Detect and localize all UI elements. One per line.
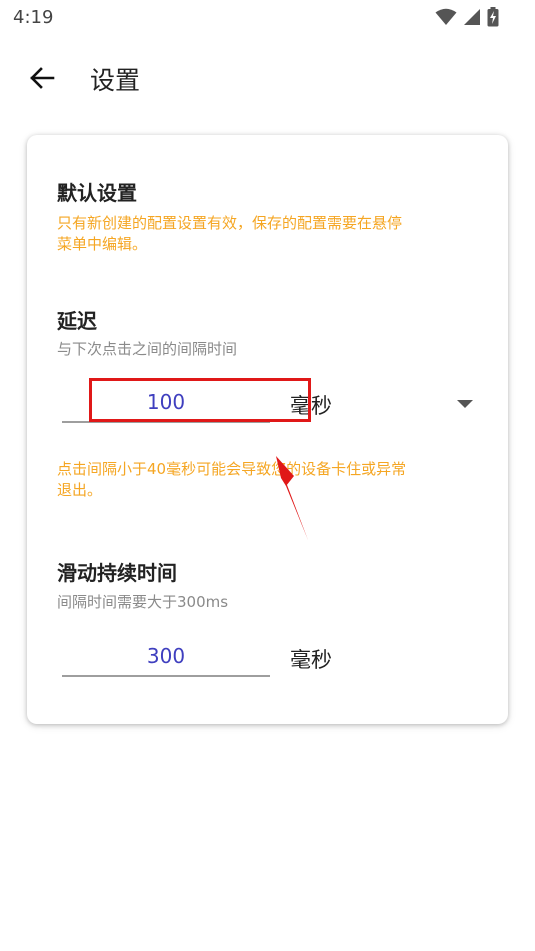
default-settings-notice-line2: 菜单中编辑。 (57, 235, 148, 253)
status-time: 4:19 (13, 7, 54, 28)
delay-subtitle: 与下次点击之间的间隔时间 (57, 340, 238, 358)
swipe-duration-title: 滑动持续时间 (57, 561, 177, 585)
swipe-duration-input-underline (62, 675, 270, 677)
delay-warning-line1: 点击间隔小于40毫秒可能会导致您的设备卡住或异常 (57, 460, 407, 478)
swipe-duration-input[interactable]: 300 (62, 637, 270, 677)
delay-unit-dropdown[interactable] (450, 389, 480, 419)
back-button[interactable] (22, 58, 62, 98)
default-settings-notice-line1: 只有新创建的配置设置有效，保存的配置需要在悬停 (57, 214, 403, 232)
annotation-highlight-box (89, 378, 311, 422)
default-settings-title: 默认设置 (57, 181, 137, 205)
wifi-icon (435, 8, 457, 25)
status-bar: 4:19 (0, 0, 535, 36)
settings-card: 默认设置 只有新创建的配置设置有效，保存的配置需要在悬停 菜单中编辑。 延迟 与… (27, 135, 508, 724)
battery-charging-icon (487, 7, 499, 27)
app-bar: 设置 (0, 48, 535, 108)
status-icons (435, 7, 499, 27)
swipe-duration-input-value: 300 (146, 644, 186, 668)
caret-down-icon (457, 400, 473, 408)
swipe-duration-subtitle: 间隔时间需要大于300ms (57, 593, 229, 611)
cellular-signal-icon (464, 9, 480, 25)
arrow-left-icon (30, 67, 55, 89)
delay-warning-line2: 退出。 (57, 481, 103, 499)
page-title: 设置 (90, 66, 141, 95)
swipe-duration-unit: 毫秒 (290, 648, 332, 672)
delay-title: 延迟 (57, 309, 97, 333)
